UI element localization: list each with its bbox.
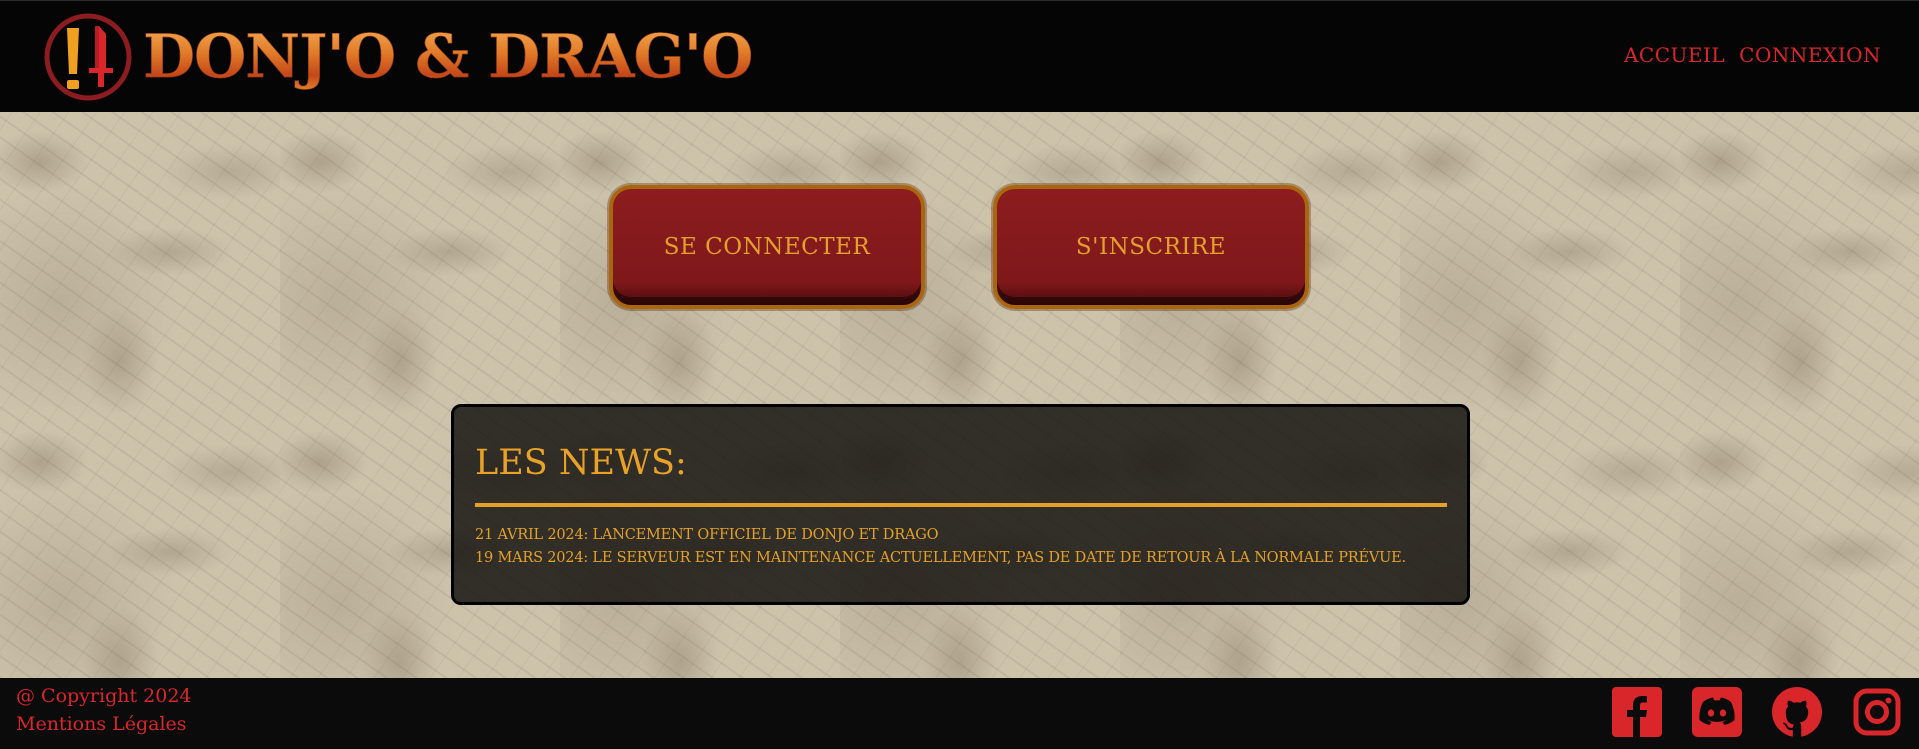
main-content: SE CONNECTER S'INSCRIRE LES NEWS: 21 AVR… — [0, 112, 1919, 678]
main-nav: ACCUEIL CONNEXION — [1624, 43, 1881, 67]
news-item: 19 MARS 2024: LE SERVEUR EST EN MAINTENA… — [475, 550, 1406, 566]
discord-icon[interactable] — [1691, 686, 1743, 738]
news-title: LES NEWS: — [475, 443, 687, 483]
legal-notice-link[interactable]: Mentions Légales — [16, 712, 187, 736]
sword-shield-emblem-icon[interactable] — [43, 10, 133, 104]
copyright-text: @ Copyright 2024 — [16, 685, 192, 707]
facebook-icon[interactable] — [1611, 686, 1663, 738]
nav-item-accueil[interactable]: ACCUEIL — [1624, 43, 1725, 67]
instagram-icon[interactable] — [1851, 686, 1903, 738]
brand-title[interactable]: DONJ'O & DRAG'O — [143, 21, 754, 93]
news-item: 21 AVRIL 2024: LANCEMENT OFFICIEL DE DON… — [475, 527, 939, 543]
site-header: DONJ'O & DRAG'O ACCUEIL CONNEXION — [0, 0, 1919, 112]
login-button[interactable]: SE CONNECTER — [609, 185, 925, 309]
nav-item-connexion[interactable]: CONNEXION — [1739, 43, 1881, 67]
signup-button[interactable]: S'INSCRIRE — [993, 185, 1309, 309]
social-links — [1611, 686, 1903, 738]
news-panel: LES NEWS: 21 AVRIL 2024: LANCEMENT OFFIC… — [451, 404, 1470, 605]
github-icon[interactable] — [1771, 686, 1823, 738]
news-divider — [475, 503, 1447, 507]
site-footer: @ Copyright 2024 Mentions Légales — [0, 678, 1919, 749]
